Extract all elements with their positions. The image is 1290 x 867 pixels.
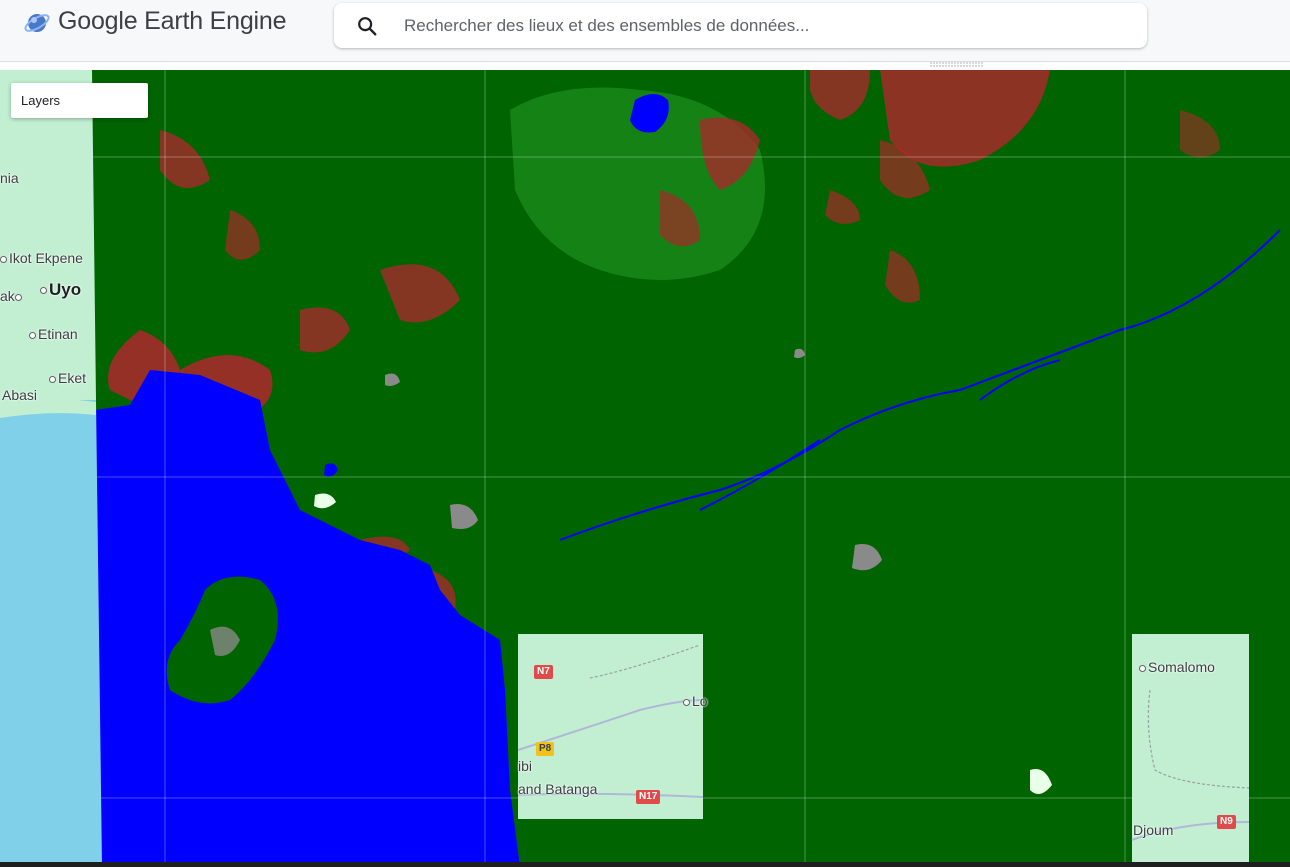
place-label-uyo[interactable]: Uyo [40, 280, 81, 300]
search-input[interactable] [404, 3, 1124, 48]
road-shield-n7[interactable]: N7 [534, 665, 553, 679]
app-title[interactable]: Google Earth Engine [58, 7, 287, 36]
search-box[interactable] [334, 3, 1147, 48]
road-shield-n9[interactable]: N9 [1217, 815, 1236, 829]
place-label-ibi[interactable]: ibi [518, 758, 532, 774]
map-canvas[interactable]: Layers nia Ikot Ekpene Uyo ak Etinan Eke… [0, 70, 1290, 867]
place-label-batanga[interactable]: and Batanga [518, 781, 597, 797]
place-label-somalomo[interactable]: Somalomo [1139, 659, 1215, 675]
place-dot-icon [14, 293, 22, 301]
search-icon[interactable] [356, 15, 378, 37]
place-dot-icon [40, 287, 47, 295]
land-cover-map [0, 70, 1290, 867]
panel-resize-handle[interactable] [930, 61, 984, 69]
place-label-nia[interactable]: nia [0, 170, 19, 186]
basemap-land-left [0, 70, 96, 400]
place-dot-icon [0, 255, 7, 263]
place-label-abasi[interactable]: Abasi [2, 387, 37, 403]
earth-engine-logo-icon[interactable] [22, 8, 52, 38]
place-label-ikot-ekpene[interactable]: Ikot Ekpene [0, 250, 83, 266]
place-dot-icon [49, 375, 56, 383]
place-dot-icon [683, 698, 690, 706]
place-dot-icon [1139, 664, 1146, 672]
place-label-djoum[interactable]: Djoum [1133, 822, 1173, 838]
layers-button[interactable]: Layers [11, 83, 148, 118]
road-shield-n17[interactable]: N17 [636, 790, 661, 804]
place-dot-icon [29, 331, 36, 339]
place-label-eket[interactable]: Eket [49, 370, 86, 386]
basemap-ocean-left [0, 400, 102, 867]
place-label-etinan[interactable]: Etinan [29, 326, 78, 342]
place-label-lo[interactable]: Lo [683, 693, 708, 709]
app-header: Google Earth Engine [0, 0, 1290, 62]
place-label-ak[interactable]: ak [0, 288, 24, 304]
road-shield-p8[interactable]: P8 [536, 742, 555, 756]
bottom-panel-edge [0, 862, 1290, 867]
